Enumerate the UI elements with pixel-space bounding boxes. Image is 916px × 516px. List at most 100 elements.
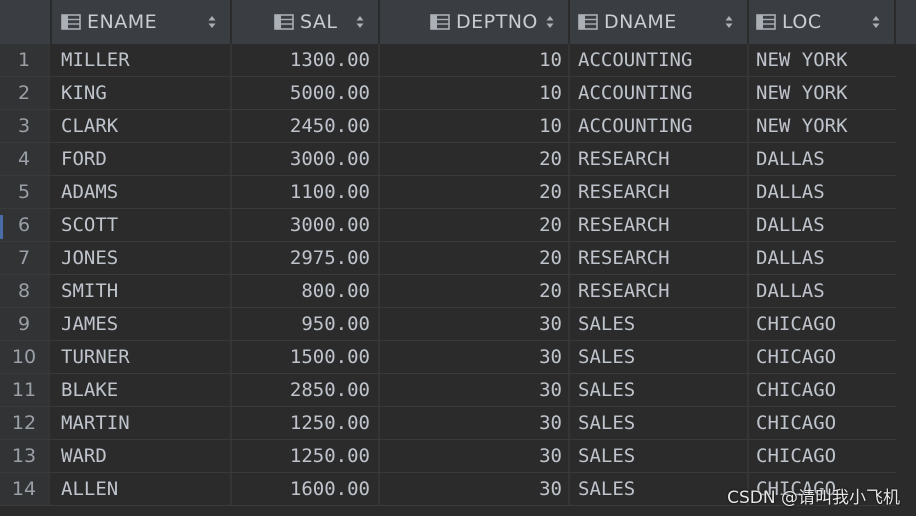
cell-deptno[interactable]: 20 <box>380 209 570 241</box>
cell-dname[interactable]: RESEARCH <box>570 176 749 208</box>
row-number: 9 <box>0 308 50 340</box>
cell-deptno[interactable]: 10 <box>380 110 570 142</box>
cell-dname[interactable]: RESEARCH <box>570 242 749 274</box>
cell-ename[interactable]: ALLEN <box>52 473 232 505</box>
table-row[interactable]: 4 FORD 3000.00 20 RESEARCH DALLAS <box>0 143 896 176</box>
row-number: 10 <box>0 341 50 373</box>
table-row[interactable]: 2 KING 5000.00 10 ACCOUNTING NEW YORK <box>0 77 896 110</box>
cell-dname[interactable]: RESEARCH <box>570 143 749 175</box>
cell-ename[interactable]: MILLER <box>52 44 232 76</box>
cell-sal[interactable]: 1300.00 <box>232 44 380 76</box>
cell-sal[interactable]: 3000.00 <box>232 209 380 241</box>
cell-ename[interactable]: ADAMS <box>52 176 232 208</box>
table-row[interactable]: 13 WARD 1250.00 30 SALES CHICAGO <box>0 440 896 473</box>
cell-ename[interactable]: CLARK <box>52 110 232 142</box>
cell-ename[interactable]: JONES <box>52 242 232 274</box>
cell-sal[interactable]: 5000.00 <box>232 77 380 109</box>
cell-deptno[interactable]: 30 <box>380 341 570 373</box>
cell-deptno[interactable]: 30 <box>380 473 570 505</box>
table-row[interactable]: 12 MARTIN 1250.00 30 SALES CHICAGO <box>0 407 896 440</box>
sort-arrows-icon[interactable] <box>725 15 733 29</box>
cell-dname[interactable]: RESEARCH <box>570 275 749 307</box>
table-row[interactable]: 3 CLARK 2450.00 10 ACCOUNTING NEW YORK <box>0 110 896 143</box>
cell-sal[interactable]: 1250.00 <box>232 440 380 472</box>
cell-loc[interactable]: CHICAGO <box>749 341 896 373</box>
column-label: ENAME <box>87 11 158 33</box>
cell-dname[interactable]: SALES <box>570 341 749 373</box>
column-header-loc[interactable]: LOC <box>749 0 896 44</box>
cell-ename[interactable]: BLAKE <box>52 374 232 406</box>
cell-sal[interactable]: 950.00 <box>232 308 380 340</box>
cell-ename[interactable]: TURNER <box>52 341 232 373</box>
sort-arrows-icon[interactable] <box>356 15 364 29</box>
cell-ename[interactable]: WARD <box>52 440 232 472</box>
cell-sal[interactable]: 1100.00 <box>232 176 380 208</box>
row-number: 11 <box>0 374 50 406</box>
cell-sal[interactable]: 1500.00 <box>232 341 380 373</box>
cell-dname[interactable]: ACCOUNTING <box>570 110 749 142</box>
cell-deptno[interactable]: 10 <box>380 77 570 109</box>
cell-loc[interactable]: DALLAS <box>749 143 896 175</box>
cell-loc[interactable]: CHICAGO <box>749 407 896 439</box>
cell-deptno[interactable]: 20 <box>380 176 570 208</box>
watermark: CSDN @请叫我小飞机 <box>727 488 900 508</box>
cell-sal[interactable]: 2975.00 <box>232 242 380 274</box>
table-row[interactable]: 5 ADAMS 1100.00 20 RESEARCH DALLAS <box>0 176 896 209</box>
cell-dname[interactable]: SALES <box>570 407 749 439</box>
cell-ename[interactable]: FORD <box>52 143 232 175</box>
table-row[interactable]: 6 SCOTT 3000.00 20 RESEARCH DALLAS <box>0 209 896 242</box>
cell-dname[interactable]: SALES <box>570 440 749 472</box>
cell-deptno[interactable]: 30 <box>380 407 570 439</box>
cell-loc[interactable]: CHICAGO <box>749 374 896 406</box>
cell-dname[interactable]: SALES <box>570 374 749 406</box>
cell-ename[interactable]: MARTIN <box>52 407 232 439</box>
cell-sal[interactable]: 3000.00 <box>232 143 380 175</box>
cell-deptno[interactable]: 20 <box>380 242 570 274</box>
cell-sal[interactable]: 2850.00 <box>232 374 380 406</box>
sort-arrows-icon[interactable] <box>208 15 216 29</box>
table-row[interactable]: 7 JONES 2975.00 20 RESEARCH DALLAS <box>0 242 896 275</box>
cell-dname[interactable]: ACCOUNTING <box>570 77 749 109</box>
cell-ename[interactable]: SCOTT <box>52 209 232 241</box>
cell-deptno[interactable]: 30 <box>380 308 570 340</box>
cell-ename[interactable]: JAMES <box>52 308 232 340</box>
cell-loc[interactable]: CHICAGO <box>749 440 896 472</box>
cell-sal[interactable]: 800.00 <box>232 275 380 307</box>
cell-ename[interactable]: KING <box>52 77 232 109</box>
table-row[interactable]: 9 JAMES 950.00 30 SALES CHICAGO <box>0 308 896 341</box>
table-row[interactable]: 1 MILLER 1300.00 10 ACCOUNTING NEW YORK <box>0 44 896 77</box>
table-row[interactable]: 8 SMITH 800.00 20 RESEARCH DALLAS <box>0 275 896 308</box>
cell-sal[interactable]: 1600.00 <box>232 473 380 505</box>
cell-dname[interactable]: SALES <box>570 473 749 505</box>
cell-loc[interactable]: NEW YORK <box>749 77 896 109</box>
cell-loc[interactable]: NEW YORK <box>749 44 896 76</box>
cell-dname[interactable]: RESEARCH <box>570 209 749 241</box>
row-number: 5 <box>0 176 50 208</box>
row-number: 1 <box>0 44 50 76</box>
cell-loc[interactable]: DALLAS <box>749 209 896 241</box>
cell-sal[interactable]: 2450.00 <box>232 110 380 142</box>
scrollbar-track[interactable] <box>896 44 916 516</box>
cell-loc[interactable]: CHICAGO <box>749 308 896 340</box>
cell-loc[interactable]: NEW YORK <box>749 110 896 142</box>
cell-loc[interactable]: DALLAS <box>749 242 896 274</box>
cell-deptno[interactable]: 10 <box>380 44 570 76</box>
cell-sal[interactable]: 1250.00 <box>232 407 380 439</box>
cell-loc[interactable]: DALLAS <box>749 275 896 307</box>
column-header-deptno[interactable]: DEPTNO <box>380 0 570 44</box>
cell-loc[interactable]: DALLAS <box>749 176 896 208</box>
cell-dname[interactable]: ACCOUNTING <box>570 44 749 76</box>
cell-deptno[interactable]: 30 <box>380 374 570 406</box>
cell-deptno[interactable]: 20 <box>380 143 570 175</box>
cell-deptno[interactable]: 20 <box>380 275 570 307</box>
cell-ename[interactable]: SMITH <box>52 275 232 307</box>
table-row[interactable]: 11 BLAKE 2850.00 30 SALES CHICAGO <box>0 374 896 407</box>
sort-arrows-icon[interactable] <box>546 15 554 29</box>
column-header-ename[interactable]: ENAME <box>52 0 232 44</box>
cell-deptno[interactable]: 30 <box>380 440 570 472</box>
cell-dname[interactable]: SALES <box>570 308 749 340</box>
column-header-dname[interactable]: DNAME <box>570 0 749 44</box>
column-header-sal[interactable]: SAL <box>232 0 380 44</box>
sort-arrows-icon[interactable] <box>872 15 880 29</box>
table-row[interactable]: 10 TURNER 1500.00 30 SALES CHICAGO <box>0 341 896 374</box>
